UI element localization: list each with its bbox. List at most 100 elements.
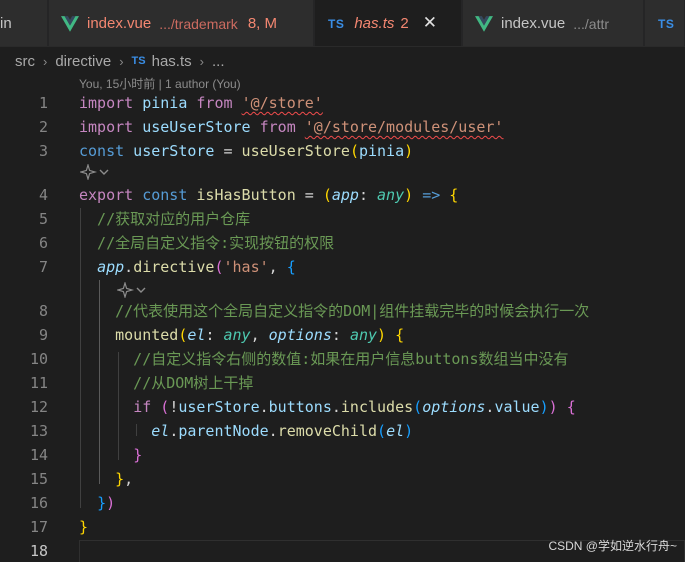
code-line[interactable]: import useUserStore from '@/store/module… [79,115,503,139]
code-token: export [79,186,134,204]
code-editor[interactable]: You, 15小时前 | 1 author (You) 1 2 3 4 5 6 7 8 9 10 1… [0,75,685,562]
code-token: , [250,326,269,344]
line-number: 5 [38,210,48,228]
breadcrumb-src[interactable]: src [15,53,35,70]
code-line[interactable]: //全局自定义指令:实现按钮的权限 [79,231,334,255]
code-token: { [395,326,405,344]
code-token: ! [169,398,179,416]
code-token: from [196,94,233,112]
line-number: 6 [38,234,48,252]
code-line[interactable]: export const isHasButton = (app: any) =>… [79,183,458,207]
code-line[interactable]: const userStore = useUserStore(pinia) [79,139,413,163]
tab-partial[interactable]: in [0,0,48,46]
code-token: { [566,398,576,416]
code-token: includes [340,398,414,416]
code-token: //从DOM树上干掉 [79,374,254,392]
code-token: userStore [124,142,224,160]
tab-label: index.vue [501,15,566,32]
code-token: ( [322,186,332,204]
code-token: //全局自定义指令:实现按钮的权限 [79,234,335,252]
code-token: : [331,326,350,344]
chevron-right-icon: › [43,53,48,69]
code-token: options [422,398,486,416]
code-token: '@/store/modules/user' [304,118,504,136]
code-token: //自定义指令右侧的数值:如果在用户信息buttons数组当中没有 [79,350,569,368]
line-number: 7 [38,258,48,276]
code-token: , [268,258,287,276]
problem-count: 8, M [247,15,277,32]
code-token: el [151,422,170,440]
code-token: buttons [268,398,332,416]
code-token: value [494,398,540,416]
vue-icon [475,15,493,32]
tab-label: in [0,15,12,32]
tab-index-vue-trademark[interactable]: index.vue .../trademark 8, M [49,0,314,46]
line-number: 2 [38,118,48,136]
code-token: ) [404,186,414,204]
code-line[interactable]: //获取对应的用户仓库 [79,207,250,231]
code-line[interactable]: }, [79,467,133,491]
code-token: any [349,326,378,344]
code-token: ) [106,494,116,512]
code-line[interactable]: //从DOM树上干掉 [79,371,253,395]
sparkle-icon[interactable] [117,281,147,299]
code-token: ( [413,398,423,416]
line-number: 8 [38,302,48,320]
code-token: ) [404,142,414,160]
code-line[interactable]: } [79,515,88,539]
typescript-icon: TS [658,16,675,31]
tab-path: .../trademark [159,15,238,32]
code-token: mounted [115,326,179,344]
code-token: options [268,326,332,344]
code-token: , [124,470,134,488]
tab-has-ts[interactable]: TS has.ts 2 ✕ [315,0,462,46]
tab-path: .../attr [573,15,610,32]
code-line[interactable]: } [79,443,142,467]
typescript-icon: TS [131,55,146,67]
breadcrumb-directive[interactable]: directive [55,53,111,70]
code-token: isHasButton [187,186,305,204]
code-token: { [286,258,296,276]
code-token: const [142,186,188,204]
code-token: . [259,398,269,416]
breadcrumb-symbols[interactable]: ... [212,53,225,70]
code-token: . [331,398,341,416]
code-line[interactable]: mounted(el: any, options: any) { [79,323,404,347]
code-line[interactable]: if (!userStore.buttons.includes(options.… [79,395,576,419]
tab-ts-overflow[interactable]: TS [645,0,685,46]
vue-icon [61,15,79,32]
code-token: parentNode [178,422,269,440]
code-line[interactable]: app.directive('has', { [79,255,296,279]
code-line[interactable]: }) [79,491,115,515]
line-number: 3 [38,142,48,160]
code-token: if [133,398,152,416]
code-token: app [331,186,359,204]
code-token: . [268,422,278,440]
line-number: 9 [38,326,48,344]
typescript-icon: TS [328,16,345,31]
line-number: 11 [29,374,48,392]
code-token: from [259,118,296,136]
code-token: useUserStore [232,142,350,160]
code-line[interactable]: el.parentNode.removeChild(el) [79,419,413,443]
code-token: //获取对应的用户仓库 [79,210,251,228]
code-token: ) [539,398,549,416]
tab-index-vue-attr[interactable]: index.vue .../attr [463,0,644,46]
code-token: userStore [178,398,260,416]
sparkle-icon[interactable] [80,163,110,181]
code-line[interactable]: //自定义指令右侧的数值:如果在用户信息buttons数组当中没有 [79,347,569,371]
code-line[interactable]: import pinia from '@/store' [79,91,323,115]
code-line[interactable]: //代表使用这个全局自定义指令的DOM|组件挂载完毕的时候会执行一次 [79,299,589,323]
breadcrumb-file[interactable]: has.ts [152,53,192,70]
close-icon[interactable]: ✕ [423,15,437,32]
code-token: any [377,186,405,204]
